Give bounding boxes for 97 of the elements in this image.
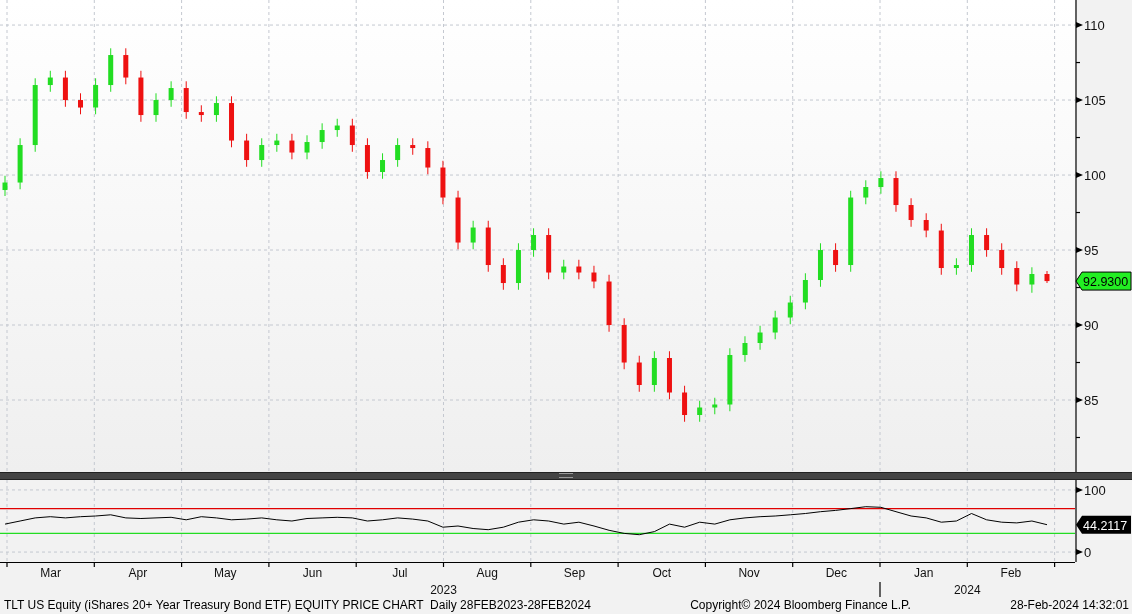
copyright-text: Copyright© 2024 Bloomberg Finance L.P.: [690, 598, 911, 613]
candlestick: [244, 133, 250, 168]
candlestick: [138, 70, 144, 123]
candlestick: [651, 350, 657, 393]
axis-label: 100: [1084, 168, 1106, 184]
candlestick: [183, 80, 189, 120]
month-label: Jan: [913, 565, 934, 580]
candlestick: [304, 134, 310, 160]
candlestick: [78, 92, 83, 115]
candlestick: [108, 47, 114, 93]
candlestick: [349, 118, 355, 153]
candlestick: [636, 355, 642, 393]
axis-label: 85: [1084, 393, 1099, 408]
candlestick: [833, 242, 839, 273]
candlestick: [576, 259, 582, 280]
candlestick: [319, 122, 325, 150]
axis-label: 100: [1084, 482, 1106, 498]
candlestick: [621, 317, 627, 370]
candlestick: [123, 47, 129, 85]
axis-label: 110: [1084, 18, 1105, 34]
last-price-badge: 92.9300: [1075, 271, 1132, 291]
candlestick: [742, 335, 748, 363]
month-label: Sep: [563, 565, 586, 580]
candlestick: [470, 220, 476, 250]
month-label: Aug: [476, 565, 498, 580]
axis-label: 0: [1084, 544, 1092, 560]
candlestick: [546, 227, 552, 280]
candlestick: [153, 92, 159, 123]
candlestick: [1014, 260, 1020, 292]
candlestick: [984, 227, 990, 258]
candlestick: [953, 257, 959, 276]
candlestick: [531, 227, 537, 258]
candlestick: [259, 137, 265, 168]
candlestick: [606, 274, 612, 333]
resize-handle[interactable]: [559, 473, 573, 479]
candlestick: [787, 295, 793, 325]
candlestick: [818, 242, 823, 288]
month-label: Nov: [738, 565, 760, 580]
month-label: Jul: [392, 565, 408, 580]
axis-label: 105: [1084, 93, 1106, 109]
month-label: Apr: [128, 565, 148, 580]
candlestick: [62, 70, 68, 108]
candlestick: [923, 212, 929, 238]
candlestick: [500, 257, 506, 291]
candlestick: [2, 175, 8, 197]
month-label: Oct: [652, 565, 672, 580]
year-divider: [879, 581, 881, 597]
candlestick: [485, 220, 491, 273]
candlestick: [697, 400, 703, 423]
candlestick: [802, 272, 808, 310]
axis-label: 90: [1084, 318, 1099, 333]
candlestick: [682, 385, 688, 423]
candlestick: [757, 325, 763, 351]
candlestick: [1029, 266, 1035, 294]
candlestick: [364, 137, 370, 180]
candlestick: [168, 80, 174, 108]
candlestick: [561, 259, 567, 280]
candlestick: [666, 350, 672, 400]
month-label: Feb: [1000, 565, 1022, 580]
candlestick: [969, 227, 974, 273]
candlestick: [17, 137, 23, 190]
candlestick: [440, 160, 446, 205]
month-label: Jun: [302, 565, 323, 580]
month-label: Dec: [825, 565, 847, 580]
candlestick: [878, 170, 884, 195]
candlestick: [893, 170, 899, 213]
year-label: 2023: [430, 582, 457, 597]
candlestick: [999, 242, 1005, 276]
candlestick: [47, 70, 53, 93]
candlestick: [591, 265, 597, 289]
candlestick: [515, 242, 521, 291]
candlestick: [908, 197, 914, 228]
candlestick: [93, 77, 99, 115]
candlestick: [380, 152, 386, 180]
candlestick: [289, 133, 295, 160]
year-label: 2024: [953, 582, 981, 597]
candlestick: [938, 223, 944, 276]
candlestick: [274, 133, 280, 153]
candlestick: [229, 95, 234, 148]
candlestick: [1044, 270, 1050, 284]
candlestick: [772, 310, 778, 340]
candlestick: [213, 95, 219, 123]
axis-label: 95: [1084, 243, 1099, 258]
candlestick: [334, 118, 340, 138]
candlestick: [198, 104, 204, 123]
candlestick: [455, 190, 461, 250]
candlestick: [425, 140, 431, 175]
month-label: May: [213, 565, 237, 580]
candlestick: [395, 137, 401, 168]
candlestick: [712, 397, 718, 415]
month-label: Mar: [40, 565, 61, 580]
candlestick: [863, 179, 869, 205]
candlestick: [727, 347, 733, 412]
chart-description: TLT US Equity (iShares 20+ Year Treasury Bond ETF) EQUITY PRICE CHART Daily 28FEB2023-28FEB2024: [4, 598, 591, 613]
candlestick: [410, 137, 416, 156]
timestamp: 28-Feb-2024 14:32:01: [1010, 598, 1129, 613]
last-value-badge: 44.2117: [1076, 515, 1131, 534]
